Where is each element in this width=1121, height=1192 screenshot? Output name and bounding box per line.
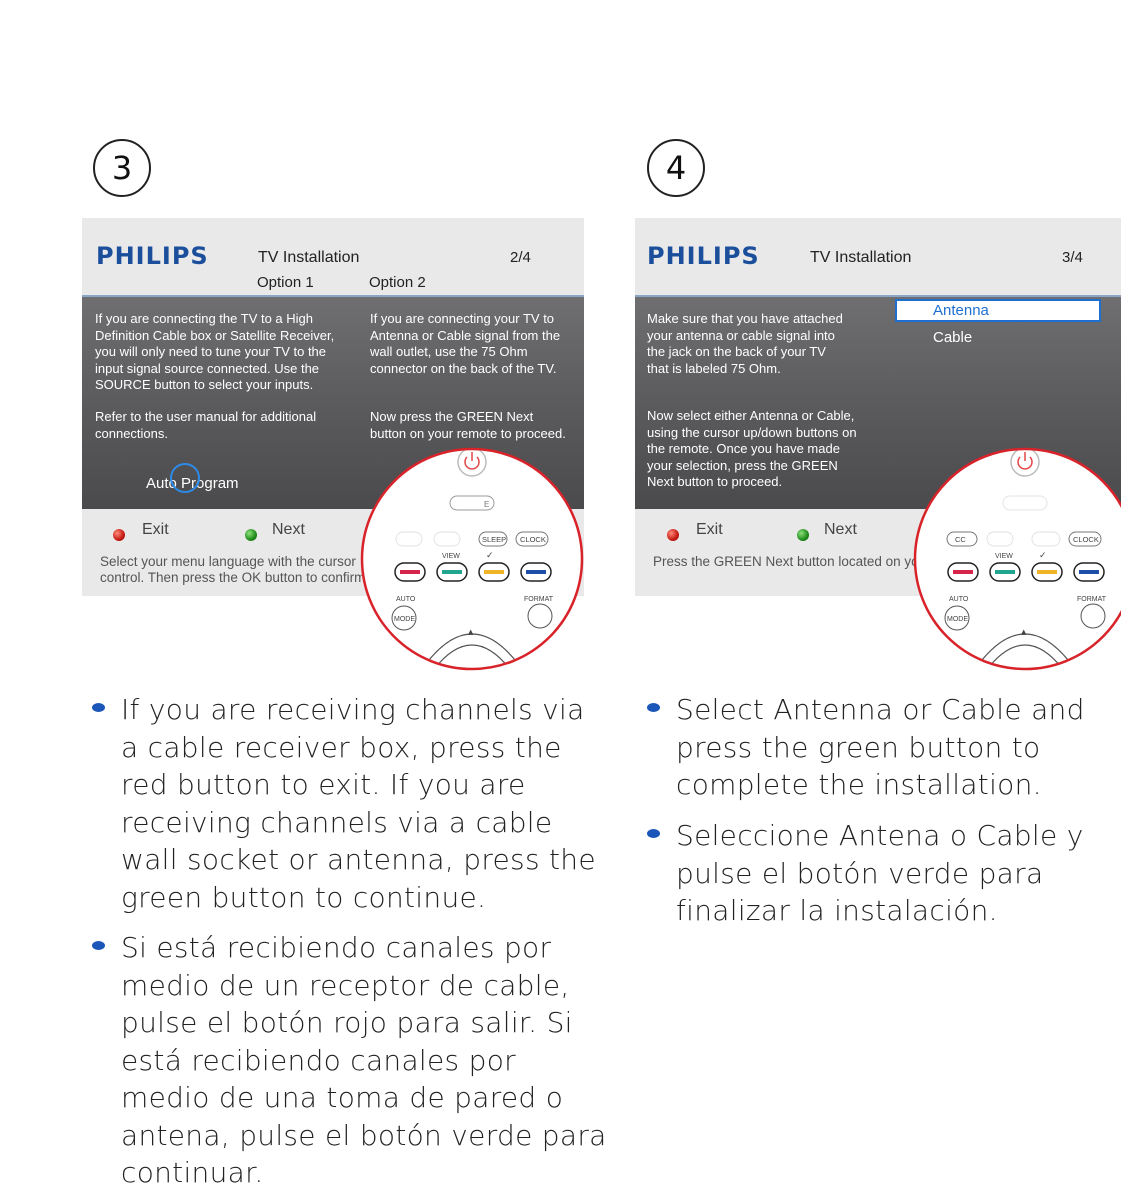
screen-header: PHILIPS TV Installation 2/4 Option 1 Opt… bbox=[82, 218, 584, 295]
exit-label[interactable]: Exit bbox=[142, 521, 169, 539]
option-2-note: Now press the GREEN Next button on your … bbox=[370, 409, 566, 441]
e-button-label: E bbox=[484, 500, 489, 509]
instruction-english: Select Antenna or Cable and press the gr… bbox=[676, 693, 1085, 801]
option-2-text: If you are connecting your TV to Antenna… bbox=[370, 311, 561, 376]
footer-hint-line-1: Select your menu language with the curso… bbox=[100, 554, 356, 569]
check-icon: ✓ bbox=[1039, 551, 1047, 561]
instruction-spanish: Si está recibiendo canales por medio de … bbox=[121, 931, 607, 1189]
page-indicator: 2/4 bbox=[510, 249, 531, 266]
screen-header: PHILIPS TV Installation 3/4 bbox=[635, 218, 1121, 295]
format-label: FORMAT bbox=[524, 596, 554, 603]
view-label: VIEW bbox=[995, 553, 1013, 560]
bullet-icon bbox=[647, 703, 660, 712]
bullet-icon bbox=[92, 703, 105, 712]
philips-logo: PHILIPS bbox=[647, 242, 760, 270]
green-button-icon bbox=[245, 529, 257, 541]
step-number-3: 3 bbox=[93, 139, 151, 197]
next-label[interactable]: Next bbox=[824, 521, 857, 539]
screen-title: TV Installation bbox=[810, 249, 912, 266]
option-2-label: Option 2 bbox=[369, 274, 426, 291]
step-number-4: 4 bbox=[647, 139, 705, 197]
view-label: VIEW bbox=[442, 553, 460, 560]
bullet-icon bbox=[647, 829, 660, 838]
page-indicator: 3/4 bbox=[1062, 249, 1083, 266]
option-1-label: Option 1 bbox=[257, 274, 314, 291]
footer-hint: Press the GREEN Next button located on y… bbox=[653, 554, 931, 569]
footer-hint-line-2: control. Then press the OK button to con… bbox=[100, 570, 366, 585]
red-button-icon bbox=[113, 529, 125, 541]
screen-title: TV Installation bbox=[258, 249, 360, 266]
philips-logo: PHILIPS bbox=[96, 242, 209, 270]
bullet-icon bbox=[92, 941, 105, 950]
exit-label[interactable]: Exit bbox=[696, 521, 723, 539]
instruction-english: If you are receiving channels via a cabl… bbox=[121, 693, 596, 914]
arrow-up-icon: ▲ bbox=[1021, 628, 1027, 636]
green-button-icon bbox=[797, 529, 809, 541]
clock-label: CLOCK bbox=[1073, 535, 1099, 544]
remote-zoom-callout-left: E SLEEP CLOCK VIEW ✓ AUTO MODE FORMAT ▲ bbox=[360, 447, 584, 671]
auto-program-button[interactable]: Auto Program bbox=[146, 463, 239, 493]
next-label[interactable]: Next bbox=[272, 521, 305, 539]
arrow-up-icon: ▲ bbox=[468, 628, 474, 636]
cursor-ring-icon bbox=[170, 463, 200, 493]
mode-label: MODE bbox=[394, 616, 415, 623]
instruction-spanish: Seleccione Antena o Cable y pulse el bot… bbox=[676, 819, 1084, 927]
source-list: Antenna Cable bbox=[895, 299, 1121, 359]
red-button-icon bbox=[667, 529, 679, 541]
clock-label: CLOCK bbox=[520, 535, 546, 544]
cc-label: CC bbox=[955, 535, 966, 544]
instructions-text: Make sure that you have attached your an… bbox=[647, 311, 843, 376]
auto-label: AUTO bbox=[949, 596, 969, 603]
list-item-cable[interactable]: Cable bbox=[895, 326, 1101, 349]
option-1-note: Refer to the user manual for additional … bbox=[95, 409, 317, 441]
instructions-note: Now select either Antenna or Cable, usin… bbox=[647, 408, 857, 489]
sleep-label: SLEEP bbox=[482, 535, 506, 544]
list-item-antenna[interactable]: Antenna bbox=[895, 299, 1101, 322]
option-1-text: If you are connecting the TV to a High D… bbox=[95, 311, 335, 392]
mode-label: MODE bbox=[947, 616, 968, 623]
format-label: FORMAT bbox=[1077, 596, 1107, 603]
remote-zoom-callout-right: CC CLOCK VIEW ✓ AUTO MODE FORMAT ▲ bbox=[913, 447, 1121, 671]
check-icon: ✓ bbox=[486, 551, 494, 561]
auto-label: AUTO bbox=[396, 596, 416, 603]
